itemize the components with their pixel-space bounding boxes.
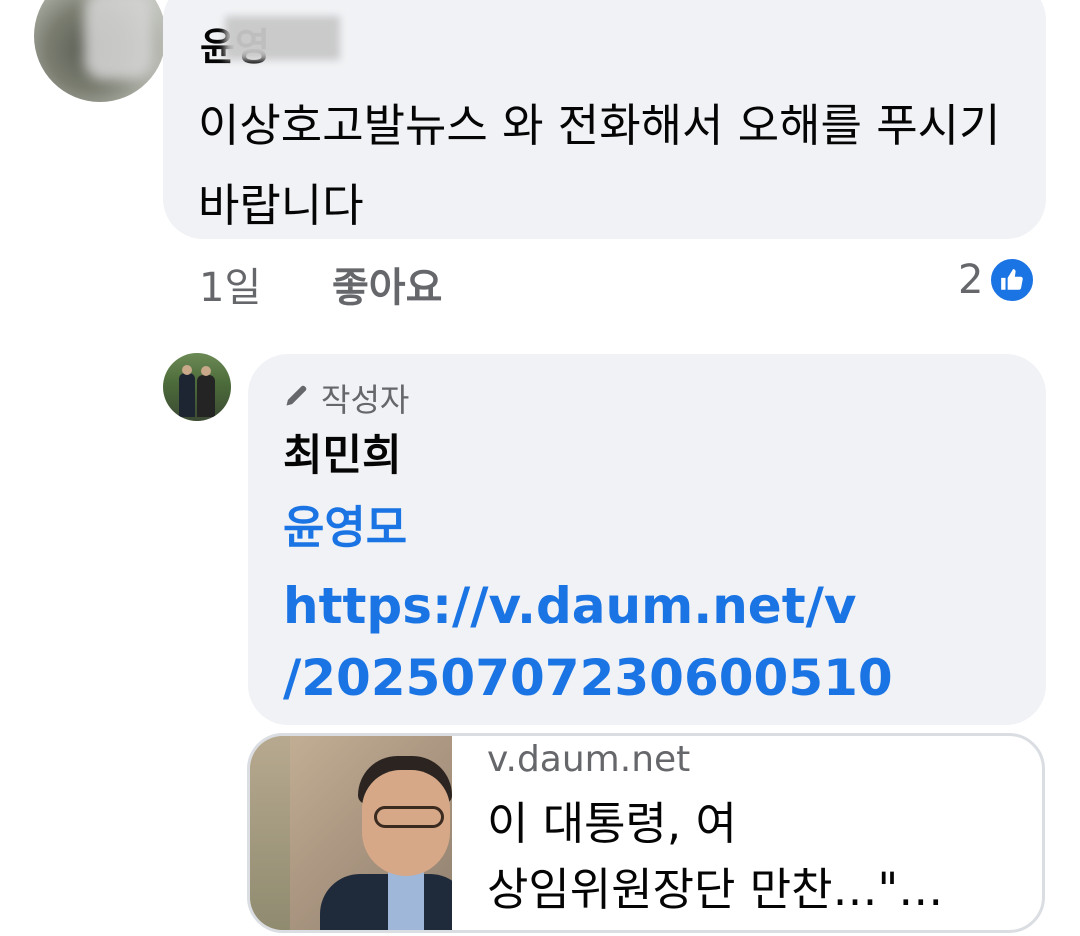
pencil-icon bbox=[283, 379, 311, 417]
thumbs-up-icon bbox=[989, 257, 1036, 303]
reaction-summary[interactable]: 2 bbox=[958, 255, 1036, 305]
url-link[interactable]: https://v.daum.net/v /20250707230600510 bbox=[283, 570, 1023, 714]
author-redaction bbox=[225, 16, 340, 60]
url-line-2[interactable]: /20250707230600510 bbox=[283, 642, 1023, 714]
url-line-1[interactable]: https://v.daum.net/v bbox=[283, 570, 1023, 642]
preview-domain: v.daum.net bbox=[487, 739, 691, 780]
reply-author-avatar[interactable] bbox=[163, 353, 231, 421]
link-preview-card[interactable]: v.daum.net 이 대통령, 여 상임위원장단 만찬…"… bbox=[247, 733, 1045, 933]
reply-author-name[interactable]: 최민희 bbox=[283, 426, 402, 486]
preview-title-line-2: 상임위원장단 만찬…"… bbox=[487, 863, 944, 916]
preview-title: 이 대통령, 여 상임위원장단 만찬…"… bbox=[487, 791, 1027, 923]
preview-title-line-1: 이 대통령, 여 bbox=[487, 797, 737, 850]
comment-meta: 1일 좋아요 bbox=[199, 262, 442, 314]
preview-thumbnail bbox=[250, 736, 452, 930]
comment-time[interactable]: 1일 bbox=[199, 265, 261, 311]
mention-link[interactable]: 윤영모 bbox=[283, 498, 407, 558]
commenter-avatar[interactable] bbox=[34, 0, 166, 102]
reaction-count: 2 bbox=[958, 257, 984, 303]
comment-text: 이상호고발뉴스 와 전화해서 오해를 푸시기 바랍니다 bbox=[198, 99, 1001, 232]
like-button[interactable]: 좋아요 bbox=[332, 262, 442, 314]
author-badge: 작성자 bbox=[283, 378, 410, 419]
author-badge-label: 작성자 bbox=[321, 381, 410, 419]
comment-author[interactable]: 윤영 bbox=[200, 16, 340, 69]
